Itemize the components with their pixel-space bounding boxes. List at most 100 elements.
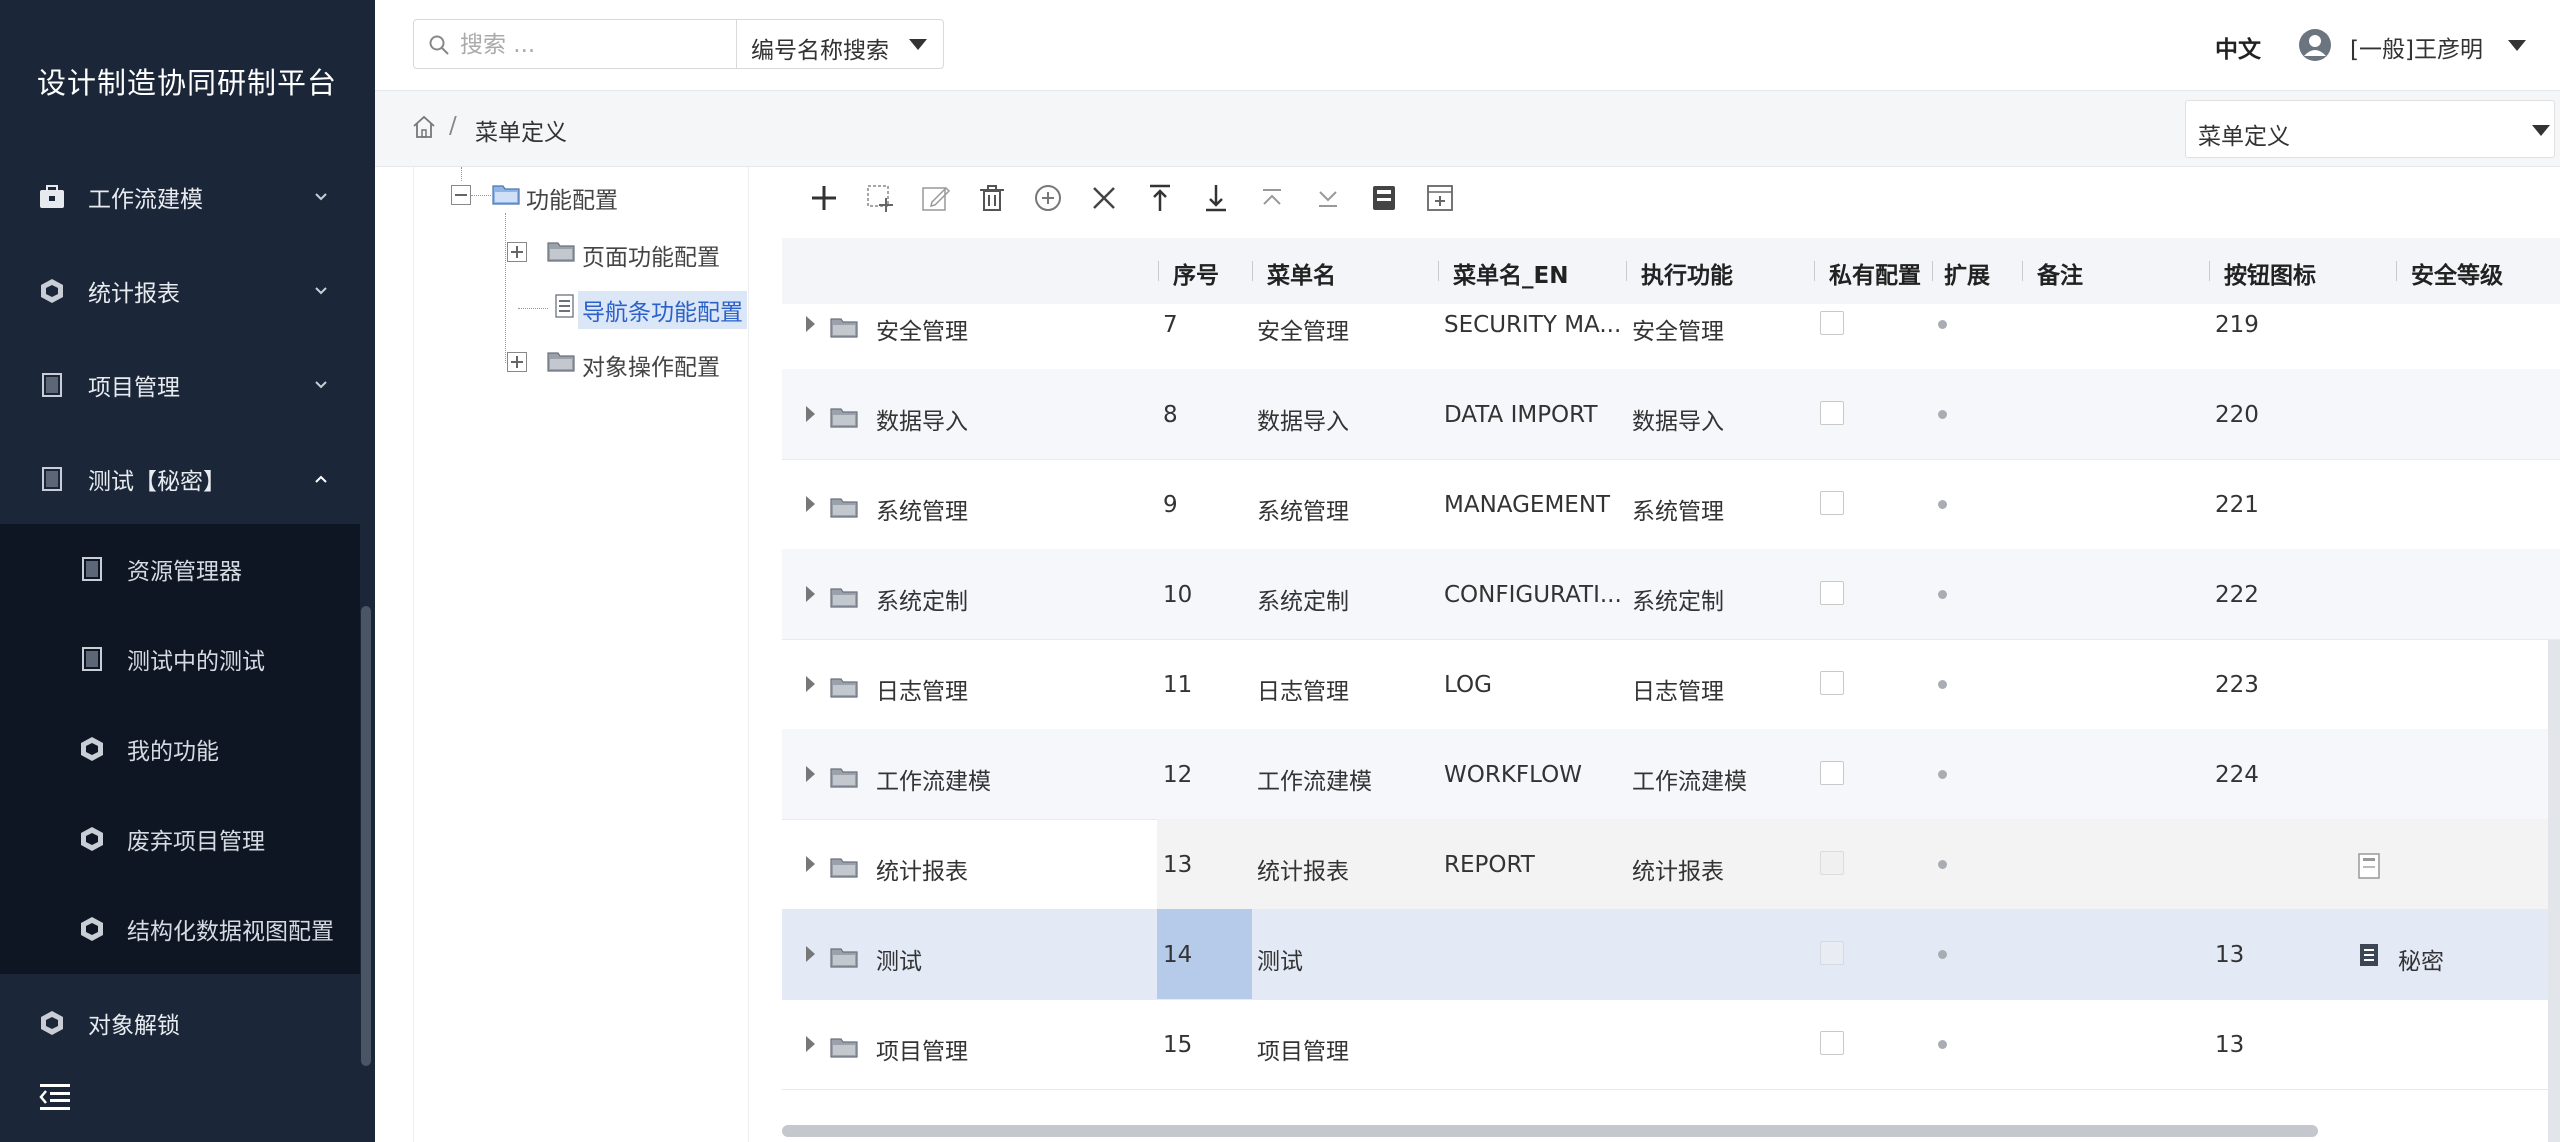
tree-line bbox=[471, 195, 491, 196]
row-function: 数据导入 bbox=[1632, 409, 1724, 435]
submenu-item-resource-manager[interactable]: 资源管理器 bbox=[0, 524, 360, 614]
column-header-remarks[interactable]: 备注 bbox=[2037, 256, 2083, 290]
expand-arrow-icon[interactable] bbox=[806, 496, 815, 512]
delete-icon[interactable] bbox=[976, 182, 1008, 214]
private-config-checkbox[interactable] bbox=[1820, 761, 1844, 785]
private-config-checkbox[interactable] bbox=[1820, 311, 1844, 335]
tree-line bbox=[461, 167, 462, 181]
sidebar-item-reports[interactable]: 统计报表 bbox=[0, 246, 375, 336]
row-menu-name-en: LOG bbox=[1444, 672, 1492, 698]
table-row[interactable]: 数据导入 8 数据导入 DATA IMPORT 数据导入 220 bbox=[782, 369, 2560, 460]
sidebar-item-object-unlock[interactable]: 对象解锁 bbox=[0, 978, 375, 1068]
sidebar-item-label: 统计报表 bbox=[88, 281, 180, 307]
private-config-checkbox[interactable] bbox=[1820, 851, 1844, 875]
search-input[interactable] bbox=[458, 28, 722, 62]
column-header-seq[interactable]: 序号 bbox=[1173, 256, 1219, 290]
folder-icon bbox=[830, 768, 858, 788]
row-menu-name-en: SECURITY MA... bbox=[1444, 312, 1622, 338]
private-config-checkbox[interactable] bbox=[1820, 1031, 1844, 1055]
move-down-icon[interactable] bbox=[1200, 182, 1232, 214]
row-name: 系统定制 bbox=[876, 589, 968, 615]
security-picker-icon[interactable] bbox=[2357, 853, 2381, 879]
private-config-checkbox[interactable] bbox=[1820, 401, 1844, 425]
caret-down-icon[interactable] bbox=[2508, 40, 2526, 51]
table-row[interactable]: 项目管理 15 项目管理 13 bbox=[782, 999, 2560, 1090]
tree-collapse-icon[interactable] bbox=[451, 185, 471, 205]
add-circle-icon[interactable] bbox=[1032, 182, 1064, 214]
row-seq[interactable]: 14 bbox=[1163, 942, 1192, 968]
expand-arrow-icon[interactable] bbox=[806, 586, 815, 602]
top-header: 编号名称搜索 中文 [一般]王彦明 bbox=[375, 0, 2560, 91]
expand-arrow-icon[interactable] bbox=[806, 856, 815, 872]
private-config-checkbox[interactable] bbox=[1820, 491, 1844, 515]
column-header-menu-name-en[interactable]: 菜单名_EN bbox=[1453, 256, 1568, 290]
table-row[interactable]: 系统管理 9 系统管理 MANAGEMENT 系统管理 221 bbox=[782, 459, 2560, 550]
submenu-item-test-in-test[interactable]: 测试中的测试 bbox=[0, 614, 360, 704]
search-field[interactable] bbox=[413, 19, 737, 69]
extension-dot bbox=[1938, 320, 1947, 329]
column-header-security-level[interactable]: 安全等级 bbox=[2411, 256, 2503, 290]
table-row[interactable]: 安全管理 7 安全管理 SECURITY MA... 安全管理 219 bbox=[782, 304, 2560, 370]
menu-definition-select[interactable]: 菜单定义 bbox=[2185, 100, 2555, 158]
search-mode-dropdown[interactable]: 编号名称搜索 bbox=[736, 19, 944, 69]
submenu-item-abandoned-projects[interactable]: 废弃项目管理 bbox=[0, 794, 360, 884]
table-row[interactable]: 工作流建模 12 工作流建模 WORKFLOW 工作流建模 224 bbox=[782, 729, 2560, 820]
submenu-item-label: 废弃项目管理 bbox=[127, 829, 265, 855]
sidebar-item-projects[interactable]: 项目管理 bbox=[0, 340, 375, 430]
move-up-icon[interactable] bbox=[1144, 182, 1176, 214]
column-header-function[interactable]: 执行功能 bbox=[1641, 256, 1733, 290]
submenu-item-structured-view-config[interactable]: 结构化数据视图配置 bbox=[0, 884, 360, 974]
tree-node-nav-functions[interactable]: 导航条功能配置 bbox=[578, 291, 747, 329]
expand-arrow-icon[interactable] bbox=[806, 676, 815, 692]
table-row-selected[interactable]: 测试 14 测试 13 秘密 bbox=[782, 909, 2560, 1000]
expand-arrow-icon[interactable] bbox=[806, 316, 815, 332]
user-avatar-icon[interactable] bbox=[2298, 28, 2332, 62]
extension-dot bbox=[1938, 1040, 1947, 1049]
extension-dot bbox=[1938, 950, 1947, 959]
sidebar-scrollbar[interactable] bbox=[361, 606, 371, 1066]
column-header-private-config[interactable]: 私有配置 bbox=[1829, 256, 1921, 290]
column-header-button-icon[interactable]: 按钮图标 bbox=[2224, 256, 2316, 290]
column-header-extension[interactable]: 扩展 bbox=[1944, 256, 1990, 290]
expand-arrow-icon[interactable] bbox=[806, 946, 815, 962]
row-menu-name: 统计报表 bbox=[1257, 859, 1349, 885]
tree-node-page-functions[interactable]: 页面功能配置 bbox=[582, 238, 720, 272]
language-switch[interactable]: 中文 bbox=[2215, 30, 2261, 64]
folder-icon bbox=[830, 1038, 858, 1058]
folder-open-icon bbox=[492, 185, 520, 205]
table-row[interactable]: 统计报表 13 统计报表 REPORT 统计报表 bbox=[782, 819, 2560, 910]
hexagon-icon bbox=[41, 279, 63, 303]
expand-icon[interactable] bbox=[1424, 182, 1456, 214]
expand-arrow-icon[interactable] bbox=[806, 1036, 815, 1052]
table-row[interactable]: 日志管理 11 日志管理 LOG 日志管理 223 bbox=[782, 639, 2560, 730]
chevron-down-icon bbox=[315, 193, 327, 201]
tree-expand-icon[interactable] bbox=[507, 352, 527, 372]
tree-node-object-operations[interactable]: 对象操作配置 bbox=[582, 348, 720, 382]
grid-vertical-scrollbar[interactable] bbox=[2548, 640, 2560, 1142]
column-header-menu-name[interactable]: 菜单名 bbox=[1267, 256, 1336, 290]
row-button-icon: 220 bbox=[2215, 402, 2259, 428]
collapse-menu-icon[interactable] bbox=[38, 1080, 72, 1114]
move-top-icon[interactable] bbox=[1256, 182, 1288, 214]
row-seq: 12 bbox=[1163, 762, 1193, 788]
table-row[interactable]: 系统定制 10 系统定制 CONFIGURATI... 系统定制 222 bbox=[782, 549, 2560, 640]
move-bottom-icon[interactable] bbox=[1312, 182, 1344, 214]
tree-expand-icon[interactable] bbox=[507, 242, 527, 262]
user-name[interactable]: [一般]王彦明 bbox=[2350, 30, 2483, 64]
home-icon[interactable] bbox=[411, 114, 437, 140]
edit-icon[interactable] bbox=[920, 182, 952, 214]
grid-horizontal-scrollbar[interactable] bbox=[782, 1125, 2318, 1137]
tree-node-root[interactable]: 功能配置 bbox=[526, 181, 618, 215]
add-child-icon[interactable] bbox=[864, 182, 896, 214]
sidebar-item-test-secret[interactable]: 测试【秘密】 bbox=[0, 434, 375, 524]
expand-arrow-icon[interactable] bbox=[806, 766, 815, 782]
private-config-checkbox[interactable] bbox=[1820, 581, 1844, 605]
expand-arrow-icon[interactable] bbox=[806, 406, 815, 422]
private-config-checkbox[interactable] bbox=[1820, 671, 1844, 695]
private-config-checkbox[interactable] bbox=[1820, 941, 1844, 965]
close-icon[interactable] bbox=[1088, 182, 1120, 214]
add-icon[interactable] bbox=[808, 182, 840, 214]
sidebar-item-workflow[interactable]: 工作流建模 bbox=[0, 152, 375, 242]
submenu-item-my-functions[interactable]: 我的功能 bbox=[0, 704, 360, 794]
save-icon[interactable] bbox=[1368, 182, 1400, 214]
